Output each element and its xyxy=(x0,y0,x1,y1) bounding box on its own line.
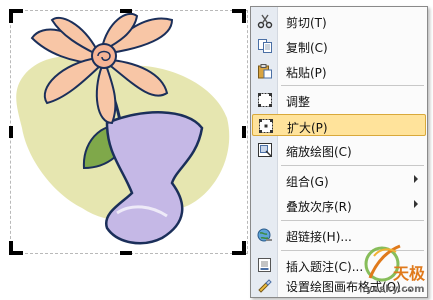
format-canvas-icon xyxy=(257,277,273,293)
flower-vase-clipart[interactable] xyxy=(12,8,238,254)
menu-item-paste[interactable]: 粘贴(P) xyxy=(252,60,426,82)
menu-label-insert-caption: 插入题注(C)... xyxy=(286,260,364,274)
menu-separator xyxy=(281,85,424,86)
insert-caption-icon xyxy=(257,257,273,273)
menu-label-expand: 扩大(P) xyxy=(287,121,328,135)
menu-label-order: 叠放次序(R) xyxy=(286,200,352,214)
watermark-url: yesky.com xyxy=(366,284,425,295)
copy-icon xyxy=(257,38,273,54)
menu-item-cut[interactable]: 剪切(T) xyxy=(252,10,426,32)
expand-icon xyxy=(258,118,274,134)
submenu-arrow-icon xyxy=(414,175,418,183)
menu-label-group: 组合(G) xyxy=(286,175,329,189)
resize-handle-mid-right[interactable] xyxy=(242,126,246,138)
menu-item-group[interactable]: 组合(G) xyxy=(252,169,426,191)
watermark-brand: 天极 xyxy=(393,264,426,283)
menu-label-copy: 复制(C) xyxy=(286,41,328,55)
menu-label-hyperlink: 超链接(H)... xyxy=(286,230,352,244)
flower-center xyxy=(91,43,117,69)
menu-item-copy[interactable]: 复制(C) xyxy=(252,35,426,57)
resize-handle-top-right-v[interactable] xyxy=(242,9,246,23)
drawing-canvas[interactable] xyxy=(0,0,250,262)
menu-item-adjust[interactable]: 调整 xyxy=(252,89,426,111)
menu-item-expand[interactable]: 扩大(P) xyxy=(252,114,426,136)
crop-adjust-icon xyxy=(257,92,273,108)
resize-handle-bottom-right-v[interactable] xyxy=(242,241,246,255)
menu-separator xyxy=(281,220,424,221)
menu-label-paste: 粘贴(P) xyxy=(286,66,327,80)
submenu-arrow-icon xyxy=(414,200,418,208)
menu-label-adjust: 调整 xyxy=(286,95,311,109)
scissors-icon xyxy=(257,13,273,29)
menu-item-order[interactable]: 叠放次序(R) xyxy=(252,194,426,216)
scale-drawing-icon xyxy=(257,142,273,158)
menu-label-scale-drawing: 缩放绘图(C) xyxy=(286,145,352,159)
paste-icon xyxy=(257,63,273,79)
hyperlink-globe-icon xyxy=(257,227,273,243)
menu-item-scale-drawing[interactable]: 缩放绘图(C) xyxy=(252,139,426,161)
menu-label-cut: 剪切(T) xyxy=(286,16,327,30)
menu-separator xyxy=(281,165,424,166)
